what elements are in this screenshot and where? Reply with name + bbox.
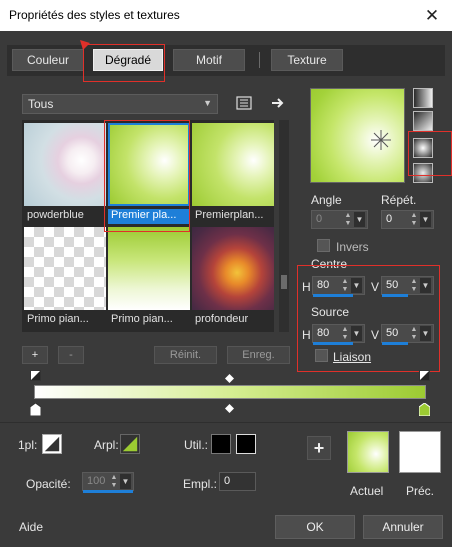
gradient-item[interactable]: Primo pian... [24,227,106,330]
empl-label: Empl.: [183,477,218,491]
add-button[interactable]: + [22,346,48,364]
opacity-label: Opacité: [26,477,71,491]
window-title: Propriétés des styles et textures [9,8,180,22]
util-color-swatch-2[interactable] [236,434,256,454]
ok-button[interactable]: OK [275,515,355,539]
current-swatch[interactable] [347,431,389,473]
color-midpoint-icon[interactable] [225,404,234,413]
separator [0,422,452,423]
remove-button[interactable]: - [58,346,84,364]
tab-bar: Couleur Dégradé Motif Texture [7,45,445,76]
opacity-stop-end-icon[interactable] [419,370,430,381]
chevron-down-icon[interactable]: ▼ [120,474,131,489]
color-stop-start-icon[interactable] [30,403,41,416]
gradient-thumb-linear [108,227,190,310]
tab-motif[interactable]: Motif [173,49,245,71]
library-icon[interactable] [235,94,253,112]
opacity-stop-start-icon[interactable] [30,370,41,381]
foreground-style-icon[interactable] [42,434,62,454]
gradient-item[interactable]: Primo pian... [108,227,190,330]
save-button[interactable]: Enreg. [227,346,290,364]
previous-label: Préc. [406,484,435,498]
repeat-value: 0 [386,213,393,225]
tab-couleur[interactable]: Couleur [12,49,84,71]
gradient-thumb-premierplan [192,123,274,206]
close-icon[interactable]: ✕ [412,0,452,31]
highlight-box-params [297,265,440,372]
gradient-bar[interactable] [34,385,426,399]
highlight-box-tab [83,44,165,82]
gradient-thumb-transparent [24,227,106,310]
background-label: Arpl: [94,438,119,452]
repeat-label: Répét. [381,193,417,207]
red-arrow-icon [80,40,90,50]
add-to-swatches-button[interactable]: + [307,436,331,460]
util-label: Util.: [184,438,208,452]
opacity-midpoint-icon[interactable] [225,374,234,383]
rectangular-style-icon[interactable] [413,111,433,131]
spin-arrows-icon[interactable]: ▲ ▼ [343,212,353,228]
first-plan-label: 1pl: [18,438,38,452]
opacity-level [83,490,133,493]
gradient-thumb-profondeur [192,227,274,310]
empl-value: 0 [224,475,231,487]
gradient-item[interactable]: profondeur [192,227,274,330]
scrollbar-thumb[interactable] [281,275,287,289]
opacity-spinner[interactable]: 100 ▲ ▼ ▼ [82,472,134,493]
gradient-list-scrollbar[interactable] [279,120,289,332]
empl-field[interactable]: 0 [219,472,256,491]
gradient-label: Premierplan... [195,209,264,221]
background-style-icon[interactable] [120,434,140,454]
angle-value: 0 [316,213,323,225]
center-crosshair-icon[interactable] [370,129,392,151]
spin-arrows-icon[interactable]: ▲ ▼ [109,474,119,490]
previous-swatch[interactable] [399,431,441,473]
spin-arrows-icon[interactable]: ▲ ▼ [409,212,419,228]
reset-button[interactable]: Réinit. [154,346,217,364]
linear-style-icon[interactable] [413,88,433,108]
gradient-label: Primo pian... [27,313,89,325]
highlight-box-gradient [104,120,190,232]
opacity-value: 100 [87,475,106,487]
gradient-item[interactable]: powderblue [24,123,106,226]
invert-checkbox[interactable] [317,239,330,252]
gradient-label: Primo pian... [111,313,173,325]
repeat-spinner[interactable]: 0 ▲ ▼ ▼ [381,210,434,229]
invert-label: Invers [336,240,369,254]
current-label: Actuel [350,484,384,498]
util-color-swatch-1[interactable] [211,434,231,454]
help-link[interactable]: Aide [19,520,43,534]
category-selected: Tous [28,97,54,111]
gradient-label: powderblue [27,209,84,221]
chevron-down-icon: ▼ [203,98,212,108]
color-stop-end-icon[interactable] [419,403,430,416]
chevron-down-icon[interactable]: ▼ [354,212,365,227]
category-dropdown[interactable]: Tous ▼ [22,94,218,114]
angle-spinner[interactable]: 0 ▲ ▼ ▼ [311,210,368,229]
highlight-box-style [408,131,452,176]
arrow-right-icon[interactable] [269,94,287,112]
gradient-preview[interactable] [310,88,405,183]
tab-separator [259,52,260,68]
gradient-item[interactable]: Premierplan... [192,123,274,226]
gradient-thumb-powderblue [24,123,106,206]
angle-label: Angle [311,193,342,207]
gradient-label: profondeur [195,313,249,325]
title-bar: Propriétés des styles et textures ✕ [0,0,452,31]
chevron-down-icon[interactable]: ▼ [420,212,431,227]
cancel-button[interactable]: Annuler [363,515,443,539]
tab-texture[interactable]: Texture [271,49,343,71]
